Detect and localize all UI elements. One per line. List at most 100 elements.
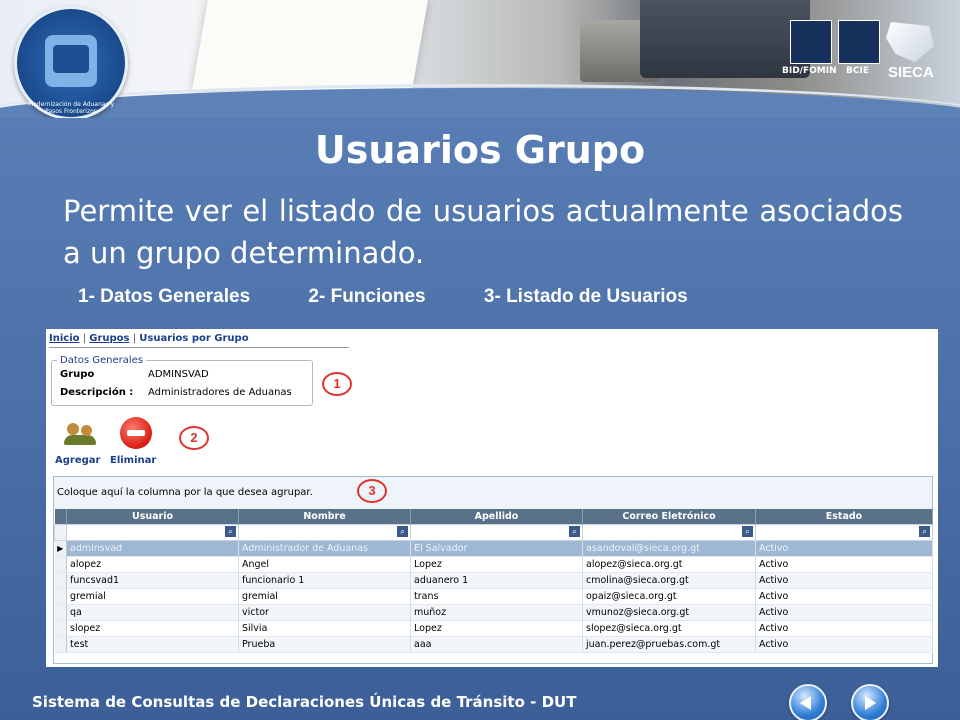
breadcrumb-current: Usuarios por Grupo <box>139 333 249 344</box>
table-row[interactable]: qa victor muñoz vmunoz@sieca.org.gt Acti… <box>54 604 933 621</box>
users-grid: Coloque aquí la columna por la que desea… <box>53 476 933 664</box>
row-header-cell <box>54 556 67 573</box>
next-icon[interactable] <box>851 684 889 720</box>
cell-correo: opaiz@sieca.org.gt <box>582 588 756 605</box>
search-icon[interactable]: ⌕ <box>397 526 408 537</box>
filter-row: ⌕ ⌕ ⌕ ⌕ ⌕ <box>54 524 933 541</box>
column-header-apellido[interactable]: Apellido <box>410 509 583 525</box>
filter-nombre-input[interactable]: ⌕ <box>238 524 411 541</box>
banner-paper-image <box>192 0 428 90</box>
partner-label-sieca: SIECA <box>888 64 934 81</box>
cell-apellido: Lopez <box>410 556 583 573</box>
group-by-hint: Coloque aquí la columna por la que desea… <box>57 487 313 498</box>
cell-usuario: slopez <box>66 620 239 637</box>
app-screenshot: Inicio | Grupos | Usuarios por Grupo Dat… <box>46 329 938 667</box>
description-label: Descripción : <box>60 387 134 398</box>
breadcrumb: Inicio | Grupos | Usuarios por Grupo <box>49 333 249 344</box>
footer-text: Sistema de Consultas de Declaraciones Ún… <box>32 693 577 711</box>
group-by-panel[interactable]: Coloque aquí la columna por la que desea… <box>54 477 932 509</box>
remove-button[interactable]: Eliminar <box>110 455 156 466</box>
filter-correo-input[interactable]: ⌕ <box>582 524 756 541</box>
row-header-cell <box>54 588 67 605</box>
cell-nombre: Administrador de Aduanas <box>238 540 411 557</box>
section-item: 3- Listado de Usuarios <box>483 286 688 307</box>
cell-estado: Activo <box>755 604 933 621</box>
cell-estado: Activo <box>755 636 933 653</box>
callout-marker-1: 1 <box>322 372 352 396</box>
cell-usuario: adminsvad <box>66 540 239 557</box>
cell-correo: juan.perez@pruebas.com.gt <box>582 636 756 653</box>
breadcrumb-separator: | <box>82 333 87 344</box>
search-icon[interactable]: ⌕ <box>569 526 580 537</box>
cell-estado: Activo <box>755 540 933 557</box>
cell-correo: asandoval@sieca.org.gt <box>582 540 756 557</box>
row-header-cell <box>54 636 67 653</box>
general-data-legend: Datos Generales <box>57 355 147 366</box>
row-header-cell <box>54 620 67 637</box>
slide-title: Usuarios Grupo <box>314 128 646 172</box>
users-table: Usuario Nombre Apellido Correo Eletrónic… <box>54 509 933 653</box>
cell-nombre: Silvia <box>238 620 411 637</box>
filter-apellido-input[interactable]: ⌕ <box>410 524 583 541</box>
table-row[interactable]: funcsvad1 funcionario 1 aduanero 1 cmoli… <box>54 572 933 589</box>
slide-description: Permite ver el listado de usuarios actua… <box>63 194 903 270</box>
filter-usuario-input[interactable]: ⌕ <box>66 524 239 541</box>
column-header-correo[interactable]: Correo Eletrónico <box>582 509 756 525</box>
cell-usuario: gremial <box>66 588 239 605</box>
table-row[interactable]: gremial gremial trans opaiz@sieca.org.gt… <box>54 588 933 605</box>
cell-usuario: qa <box>66 604 239 621</box>
row-pointer-icon: ▶ <box>54 540 67 557</box>
cell-nombre: Angel <box>238 556 411 573</box>
column-header-nombre[interactable]: Nombre <box>238 509 411 525</box>
cell-apellido: trans <box>410 588 583 605</box>
cell-estado: Activo <box>755 588 933 605</box>
remove-icon[interactable] <box>120 417 152 449</box>
logo-text: Modernización de Aduanas y Pasos Fronter… <box>27 101 115 115</box>
section-item: 2- Funciones <box>308 286 426 307</box>
search-icon[interactable]: ⌕ <box>225 526 236 537</box>
row-header-cell <box>54 604 67 621</box>
add-button[interactable]: Agregar <box>55 455 100 466</box>
users-icon[interactable] <box>64 423 98 447</box>
row-header-cell <box>54 572 67 589</box>
group-row: Grupo ADMINSVAD <box>60 369 209 380</box>
header-banner: Modernización de Aduanas y Pasos Fronter… <box>0 0 960 118</box>
section-list: 1- Datos Generales 2- Funciones 3- Lista… <box>78 286 741 308</box>
row-header-cell <box>54 509 67 525</box>
description-row: Descripción : Administradores de Aduanas <box>60 387 292 398</box>
column-header-estado[interactable]: Estado <box>755 509 933 525</box>
table-row[interactable]: ▶ adminsvad Administrador de Aduanas El … <box>54 540 933 557</box>
column-header-usuario[interactable]: Usuario <box>66 509 239 525</box>
cell-usuario: alopez <box>66 556 239 573</box>
cell-correo: vmunoz@sieca.org.gt <box>582 604 756 621</box>
breadcrumb-home-link[interactable]: Inicio <box>49 333 80 344</box>
search-icon[interactable]: ⌕ <box>919 526 930 537</box>
slide: Modernización de Aduanas y Pasos Fronter… <box>0 0 960 720</box>
breadcrumb-separator: | <box>132 333 137 344</box>
breadcrumb-groups-link[interactable]: Grupos <box>89 333 129 344</box>
cell-nombre: funcionario 1 <box>238 572 411 589</box>
truck-icon <box>45 35 97 87</box>
group-label: Grupo <box>60 369 95 380</box>
group-value: ADMINSVAD <box>148 369 209 380</box>
search-icon[interactable]: ⌕ <box>742 526 753 537</box>
row-header-cell <box>54 524 67 541</box>
cell-apellido: Lopez <box>410 620 583 637</box>
general-data-fieldset <box>51 360 313 406</box>
cell-usuario: funcsvad1 <box>66 572 239 589</box>
table-row[interactable]: test Prueba aaa juan.perez@pruebas.com.g… <box>54 636 933 653</box>
prev-icon[interactable] <box>789 684 827 720</box>
partner-label-bid: BID/FOMIN <box>782 66 837 76</box>
cell-correo: alopez@sieca.org.gt <box>582 556 756 573</box>
table-row[interactable]: slopez Silvia Lopez slopez@sieca.org.gt … <box>54 620 933 637</box>
section-item: 1- Datos Generales <box>78 286 251 307</box>
partner-label-bcie: BCIE <box>846 66 869 76</box>
callout-marker-3: 3 <box>357 479 387 503</box>
program-logo: Modernización de Aduanas y Pasos Fronter… <box>14 6 128 118</box>
cell-estado: Activo <box>755 556 933 573</box>
filter-estado-input[interactable]: ⌕ <box>755 524 933 541</box>
cell-apellido: aduanero 1 <box>410 572 583 589</box>
table-row[interactable]: alopez Angel Lopez alopez@sieca.org.gt A… <box>54 556 933 573</box>
cell-nombre: victor <box>238 604 411 621</box>
cell-apellido: muñoz <box>410 604 583 621</box>
